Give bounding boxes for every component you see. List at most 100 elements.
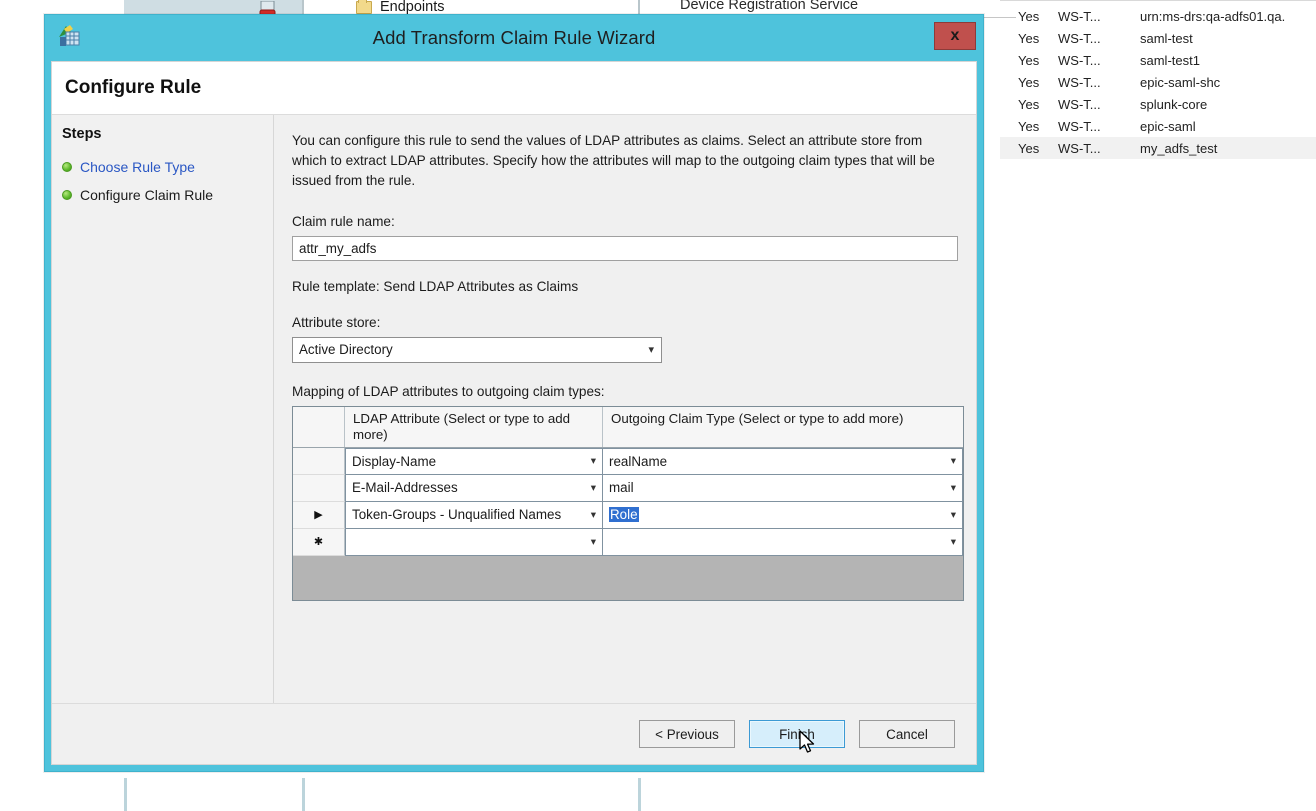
grid-cell-outgoing-claim-type-value: Role (609, 507, 639, 523)
grid-cell-outgoing-claim-type[interactable]: ▾ (603, 528, 963, 556)
grid-cell-ldap-attribute-value: E-Mail-Addresses (352, 480, 458, 496)
attribute-store-select[interactable]: Active Directory ▾ (292, 336, 662, 363)
cancel-button[interactable]: Cancel (859, 720, 955, 748)
chevron-down-icon[interactable]: ▾ (591, 449, 596, 474)
attribute-store-label: Attribute store: (292, 314, 381, 330)
grid-cell-ldap-attribute[interactable]: E-Mail-Addresses ▾ (345, 474, 603, 502)
dialog-titlebar[interactable]: Add Transform Claim Rule Wizard x (45, 15, 983, 61)
background-list-row[interactable]: Yes WS-T... splunk-core (1000, 93, 1316, 115)
grid-header-row: LDAP Attribute (Select or type to add mo… (293, 406, 963, 448)
background-list-row[interactable]: Yes WS-T... saml-test (1000, 27, 1316, 49)
claim-rule-name-input[interactable]: attr_my_adfs (292, 235, 958, 261)
background-list-cell-identifier: urn:ms-drs:qa-adfs01.qa. (1140, 8, 1286, 24)
dialog-header-band: Configure Rule (52, 62, 976, 115)
background-column-rule (124, 778, 127, 811)
chevron-down-icon[interactable]: ▾ (951, 529, 956, 555)
grid-empty-area (293, 555, 963, 600)
grid-row[interactable]: ▶ Token-Groups - Unqualified Names ▾ Role ▾ (293, 501, 963, 529)
background-tree-item-label: Endpoints (380, 0, 445, 15)
background-list-row[interactable]: Yes WS-T... my_adfs_test (1000, 137, 1316, 159)
step-item-label: Configure Claim Rule (80, 187, 214, 203)
grid-row[interactable]: Display-Name ▾ realName ▾ (293, 447, 963, 475)
grid-row-marker-icon: ✱ (293, 528, 345, 556)
grid-row-marker-icon (293, 474, 345, 502)
wizard-icon (59, 25, 80, 46)
background-list-cell-enabled: Yes (1018, 52, 1040, 68)
grid-cell-outgoing-claim-type-value: realName (609, 453, 668, 469)
intro-text: You can configure this rule to send the … (292, 133, 935, 188)
background-list-cell-type: WS-T... (1058, 30, 1101, 46)
dialog-title: Add Transform Claim Rule Wizard (372, 27, 656, 48)
finish-button[interactable]: Finish (749, 720, 845, 748)
folder-icon (356, 0, 372, 14)
mapping-label: Mapping of LDAP attributes to outgoing c… (292, 383, 605, 399)
grid-row[interactable]: E-Mail-Addresses ▾ mail ▾ (293, 474, 963, 502)
steps-pane: Steps Choose Rule Type Configure Claim Ru… (52, 115, 274, 703)
grid-cell-ldap-attribute[interactable]: Display-Name ▾ (345, 447, 603, 475)
grid-cell-outgoing-claim-type-value: mail (609, 480, 634, 496)
steps-heading: Steps (62, 126, 102, 142)
background-list-cell-enabled: Yes (1018, 140, 1040, 156)
background-list-cell-type: WS-T... (1058, 74, 1101, 90)
attribute-store-value: Active Directory (299, 342, 393, 358)
claim-rule-name-label: Claim rule name: (292, 213, 395, 229)
grid-row-marker-icon (293, 447, 345, 475)
dialog-body: Configure Rule Steps Choose Rule Type Con… (51, 61, 977, 765)
attribute-mapping-grid: LDAP Attribute (Select or type to add mo… (292, 405, 964, 601)
grid-cell-ldap-attribute[interactable]: ▾ (345, 528, 603, 556)
chevron-down-icon[interactable]: ▾ (591, 502, 596, 528)
dialog-footer: < Previous Finish Cancel (52, 703, 976, 764)
background-list-row[interactable]: Yes WS-T... urn:ms-drs:qa-adfs01.qa. (1000, 5, 1316, 27)
chevron-down-icon[interactable]: ▾ (591, 529, 596, 555)
main-pane: You can configure this rule to send the … (274, 115, 976, 703)
rule-template-text: Rule template: Send LDAP Attributes as C… (292, 278, 579, 294)
add-transform-claim-rule-wizard-dialog: Add Transform Claim Rule Wizard x Config… (44, 14, 984, 772)
chevron-down-icon[interactable]: ▾ (951, 449, 956, 474)
grid-column-header-ldap-attribute[interactable]: LDAP Attribute (Select or type to add mo… (345, 406, 603, 447)
grid-corner-cell (293, 406, 345, 447)
page-title: Configure Rule (65, 77, 202, 98)
background-column-rule (638, 778, 641, 811)
background-list-row[interactable]: Yes WS-T... epic-saml-shc (1000, 71, 1316, 93)
close-icon[interactable]: x (934, 22, 976, 50)
background-relying-party-list: Yes WS-T... urn:ms-drs:qa-adfs01.qa. Yes WS-… (1000, 0, 1316, 159)
chevron-down-icon: ▾ (648, 344, 654, 357)
chevron-down-icon[interactable]: ▾ (951, 502, 956, 528)
background-list-cell-type: WS-T... (1058, 96, 1101, 112)
background-list-cell-enabled: Yes (1018, 74, 1040, 90)
grid-column-header-outgoing-claim-type[interactable]: Outgoing Claim Type (Select or type to a… (603, 407, 963, 447)
grid-row-marker-icon: ▶ (293, 501, 345, 529)
background-list-row[interactable]: Yes WS-T... saml-test1 (1000, 49, 1316, 71)
background-list-row[interactable]: Yes WS-T... epic-saml (1000, 115, 1316, 137)
grid-cell-outgoing-claim-type[interactable]: Role ▾ (603, 501, 963, 529)
background-list-cell-type: WS-T... (1058, 118, 1101, 134)
background-list-cell-identifier: my_adfs_test (1140, 140, 1218, 156)
background-list-cell-type: WS-T... (1058, 140, 1101, 156)
background-list-cell-identifier: saml-test1 (1140, 52, 1200, 68)
background-list-cell-identifier: saml-test (1140, 30, 1193, 46)
dialog-content: Steps Choose Rule Type Configure Claim Ru… (52, 115, 976, 703)
previous-button[interactable]: < Previous (639, 720, 735, 748)
grid-row[interactable]: ✱ ▾ ▾ (293, 528, 963, 556)
step-item-label: Choose Rule Type (80, 159, 195, 175)
background-list-cell-identifier: splunk-core (1140, 96, 1208, 112)
grid-cell-ldap-attribute-value: Token-Groups - Unqualified Names (352, 507, 562, 523)
grid-cell-ldap-attribute[interactable]: Token-Groups - Unqualified Names ▾ (345, 501, 603, 529)
background-list-cell-enabled: Yes (1018, 118, 1040, 134)
step-status-icon (62, 190, 72, 200)
chevron-down-icon[interactable]: ▾ (591, 475, 596, 501)
background-list-cell-identifier: epic-saml (1140, 118, 1196, 134)
grid-cell-outgoing-claim-type[interactable]: realName ▾ (603, 447, 963, 475)
step-item-2[interactable]: Configure Claim Rule (62, 181, 273, 209)
background-list-cell-enabled: Yes (1018, 8, 1040, 24)
step-item-1[interactable]: Choose Rule Type (62, 153, 273, 181)
grid-cell-ldap-attribute-value: Display-Name (352, 453, 437, 469)
background-list-cell-type: WS-T... (1058, 8, 1101, 24)
chevron-down-icon[interactable]: ▾ (951, 475, 956, 501)
background-list-cell-enabled: Yes (1018, 96, 1040, 112)
grid-cell-outgoing-claim-type[interactable]: mail ▾ (603, 474, 963, 502)
background-column-rule (302, 778, 305, 811)
background-list-cell-enabled: Yes (1018, 30, 1040, 46)
background-list-cell-identifier: epic-saml-shc (1140, 74, 1221, 90)
background-list-cell-type: WS-T... (1058, 52, 1101, 68)
